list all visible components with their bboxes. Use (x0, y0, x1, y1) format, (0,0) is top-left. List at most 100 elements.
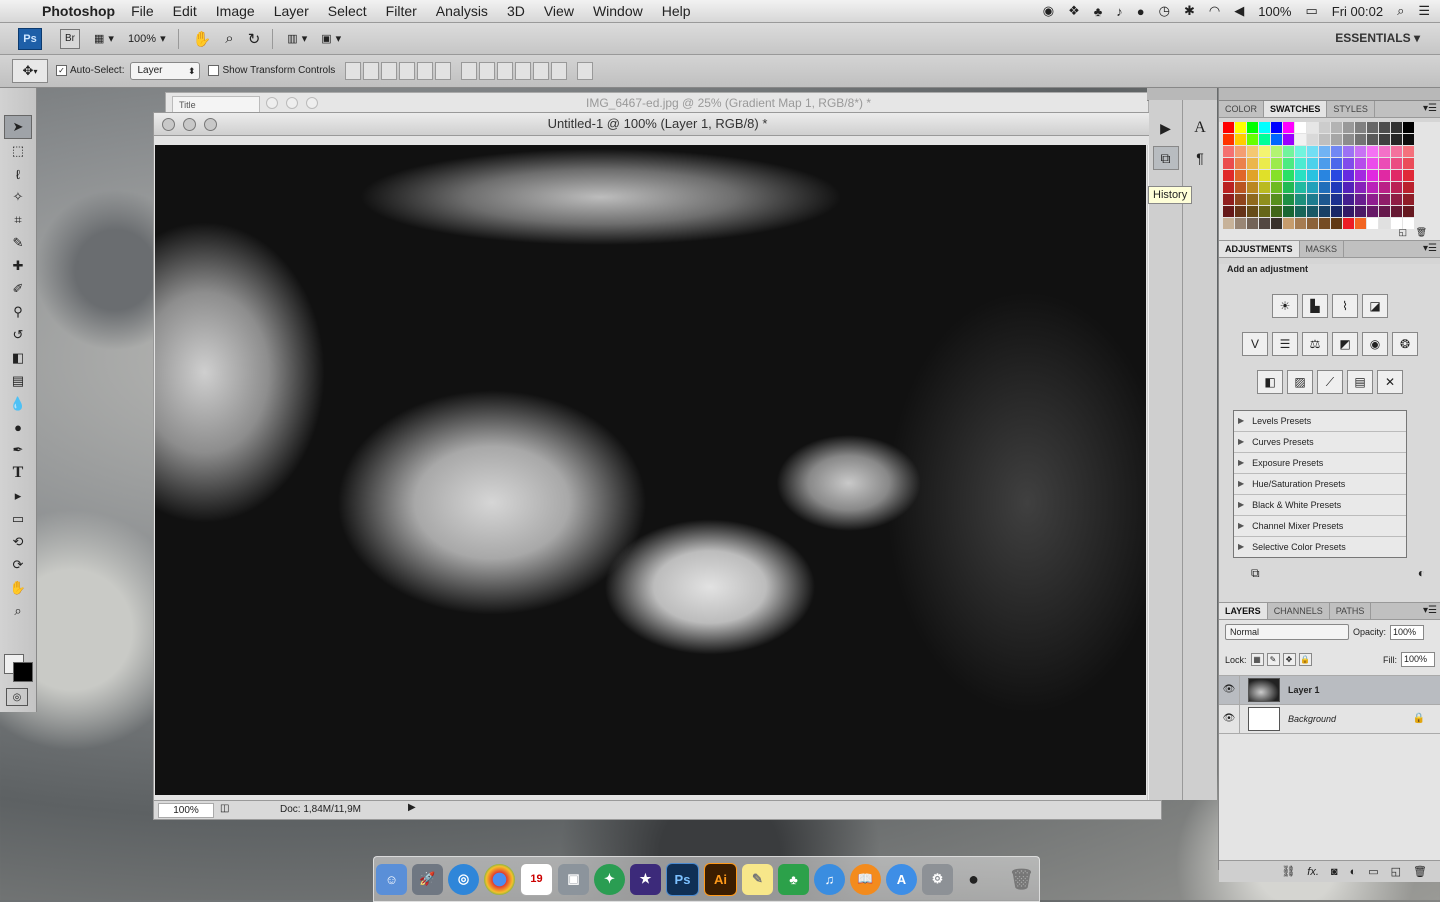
swatch[interactable] (1319, 134, 1330, 145)
system-preferences-icon[interactable]: ⚙ (922, 863, 953, 895)
swatch[interactable] (1331, 158, 1342, 169)
distribute-left-icon[interactable] (515, 62, 532, 80)
gradient-map-icon[interactable]: ▤ (1347, 370, 1373, 394)
swatch[interactable] (1379, 158, 1390, 169)
swatch[interactable] (1391, 194, 1402, 205)
photo-filter-icon[interactable]: ◉ (1362, 332, 1388, 356)
illustrator-icon[interactable]: Ai (704, 862, 737, 896)
swatch[interactable] (1295, 146, 1306, 157)
swatch[interactable] (1331, 122, 1342, 133)
swatch[interactable] (1367, 218, 1378, 229)
cyberduck-icon[interactable]: ● (958, 864, 989, 895)
marquee-tool-icon[interactable]: ⬚ (5, 140, 31, 162)
swatch[interactable] (1235, 122, 1246, 133)
swatch[interactable] (1283, 218, 1294, 229)
swatch[interactable] (1367, 194, 1378, 205)
history-panel-icon[interactable]: ⧉ (1152, 146, 1179, 170)
tab-paths[interactable]: PATHS (1330, 603, 1372, 619)
hue-saturation-icon[interactable]: ☰ (1272, 332, 1298, 356)
gradient-tool-icon[interactable]: ▤ (5, 370, 31, 392)
swatch[interactable] (1379, 194, 1390, 205)
swatch[interactable] (1319, 206, 1330, 217)
list-item[interactable]: ▶ Exposure Presets (1234, 453, 1406, 474)
align-left-icon[interactable] (399, 62, 416, 80)
swatch[interactable] (1403, 146, 1414, 157)
add-mask-icon[interactable]: ◙ (1331, 866, 1338, 878)
swatch[interactable] (1343, 122, 1354, 133)
swatch[interactable] (1259, 194, 1270, 205)
panel-menu-icon[interactable]: ▾☰ (1423, 101, 1437, 117)
swatch[interactable] (1307, 218, 1318, 229)
minimize-icon[interactable] (286, 97, 298, 109)
tool-preset-picker[interactable]: ✥ ▾ (12, 59, 48, 83)
swatch[interactable] (1379, 134, 1390, 145)
lock-position-icon[interactable]: ✥ (1282, 653, 1296, 666)
threshold-icon[interactable]: ⟋ (1317, 370, 1343, 394)
auto-align-icon[interactable] (577, 62, 594, 80)
swatch[interactable] (1379, 122, 1390, 133)
layer-name[interactable]: Layer 1 (1288, 685, 1320, 695)
swatch[interactable] (1235, 218, 1246, 229)
distribute-vcenter-icon[interactable] (479, 62, 496, 80)
swatch[interactable] (1247, 218, 1258, 229)
zoom-tool-icon[interactable]: ⌕ (225, 30, 233, 47)
panel-menu-icon[interactable]: ▾☰ (1423, 241, 1437, 257)
swatch[interactable] (1391, 146, 1402, 157)
clone-stamp-tool-icon[interactable]: ⚲ (5, 301, 31, 323)
swatch[interactable] (1223, 206, 1234, 217)
swatch[interactable] (1403, 122, 1414, 133)
swatch[interactable] (1235, 158, 1246, 169)
swatch[interactable] (1247, 194, 1258, 205)
blur-tool-icon[interactable]: 💧 (5, 393, 31, 415)
swatch[interactable] (1403, 182, 1414, 193)
swatch[interactable] (1331, 182, 1342, 193)
distribute-hcenter-icon[interactable] (533, 62, 550, 80)
swatch[interactable] (1403, 206, 1414, 217)
clock[interactable]: Fri 00:02 (1332, 4, 1383, 19)
eye-icon[interactable]: 👁 (1219, 676, 1240, 704)
swatch[interactable] (1247, 146, 1258, 157)
align-vcenter-icon[interactable] (363, 62, 380, 80)
swatch[interactable] (1223, 182, 1234, 193)
history-brush-tool-icon[interactable]: ↺ (5, 324, 31, 346)
swatch[interactable] (1283, 170, 1294, 181)
magic-wand-tool-icon[interactable]: ✧ (5, 186, 31, 208)
swatch[interactable] (1367, 182, 1378, 193)
exposure-icon[interactable]: ◪ (1362, 294, 1388, 318)
swatch[interactable] (1355, 194, 1366, 205)
swatch[interactable] (1343, 134, 1354, 145)
swatch[interactable] (1379, 170, 1390, 181)
invert-icon[interactable]: ◧ (1257, 370, 1283, 394)
menu-edit[interactable]: Edit (173, 3, 197, 19)
swatch[interactable] (1391, 170, 1402, 181)
swatch[interactable] (1391, 122, 1402, 133)
swatch[interactable] (1391, 182, 1402, 193)
swatch[interactable] (1235, 170, 1246, 181)
swatch[interactable] (1343, 218, 1354, 229)
swatch[interactable] (1331, 194, 1342, 205)
healing-brush-tool-icon[interactable]: ✚ (5, 255, 31, 277)
swatch[interactable] (1367, 158, 1378, 169)
status-menu-arrow-icon[interactable]: ▶ (408, 802, 416, 813)
swatch[interactable] (1259, 134, 1270, 145)
swatch[interactable] (1367, 146, 1378, 157)
distribute-top-icon[interactable] (461, 62, 478, 80)
swatch[interactable] (1367, 122, 1378, 133)
swatch[interactable] (1283, 146, 1294, 157)
swatch[interactable] (1355, 158, 1366, 169)
swatch[interactable] (1247, 206, 1258, 217)
swatch[interactable] (1319, 158, 1330, 169)
swatch[interactable] (1271, 206, 1282, 217)
lock-transparent-icon[interactable]: ▦ (1250, 653, 1264, 666)
new-group-icon[interactable]: ▭ (1368, 865, 1378, 878)
drop-icon[interactable]: ● (1137, 4, 1145, 19)
swatch[interactable] (1295, 194, 1306, 205)
actions-panel-icon[interactable]: ▶ (1153, 116, 1179, 140)
swatch[interactable] (1259, 218, 1270, 229)
mask-options-icon[interactable]: ◐ (1418, 566, 1425, 581)
list-item[interactable]: ▶ Curves Presets (1234, 432, 1406, 453)
zoom-level-select[interactable]: 100% ▾ (128, 32, 166, 46)
align-hcenter-icon[interactable] (417, 62, 434, 80)
dodge-tool-icon[interactable]: ● (5, 416, 31, 438)
battery-icon[interactable]: ▭ (1305, 3, 1317, 19)
